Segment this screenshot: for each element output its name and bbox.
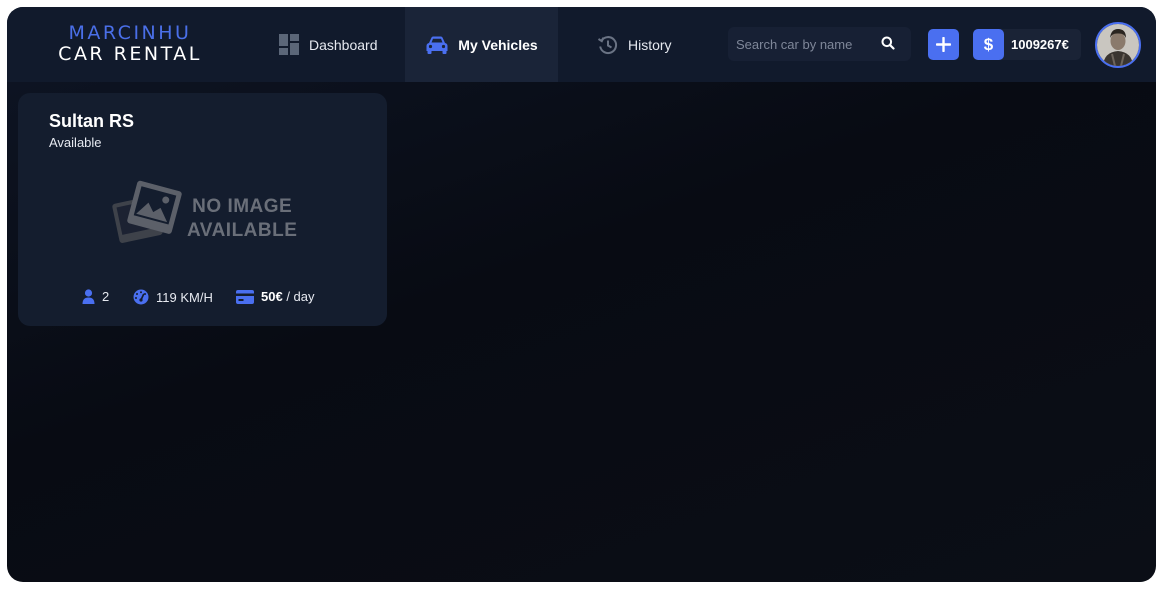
nav-history[interactable]: History xyxy=(597,7,672,82)
search-box xyxy=(728,27,911,61)
top-speed-value: 119 KM/H xyxy=(156,289,213,305)
no-image-icon xyxy=(112,180,182,243)
stat-seats: 2 xyxy=(82,289,109,304)
user-photo-icon xyxy=(1097,24,1139,66)
stat-speed: 119 KM/H xyxy=(133,289,213,305)
vehicle-card[interactable]: Sultan RS Available NO IMAGE AVAILABLE 2… xyxy=(18,93,387,326)
nav-my-vehicles[interactable]: My Vehicles xyxy=(405,7,558,82)
nav-dashboard-label: Dashboard xyxy=(309,36,378,53)
brand-tagline: CAR RENTAL xyxy=(58,43,202,65)
plus-icon xyxy=(936,37,951,52)
person-icon xyxy=(82,289,95,304)
balance-amount: 1009267€ xyxy=(1011,37,1069,52)
seats-value: 2 xyxy=(102,289,110,304)
nav-history-label: History xyxy=(628,36,672,53)
price-value: 50€ xyxy=(261,289,283,304)
brand-logo[interactable]: MARCINHU CAR RENTAL xyxy=(41,23,219,65)
speedometer-icon xyxy=(133,289,149,305)
vehicle-stats: 2 119 KM/H 50€ / day xyxy=(18,289,387,309)
balance-display: $ 1009267€ xyxy=(973,29,1081,60)
credit-card-icon xyxy=(236,289,254,304)
vehicle-name: Sultan RS xyxy=(49,111,135,131)
no-image-placeholder: NO IMAGE AVAILABLE xyxy=(109,177,299,252)
user-avatar[interactable] xyxy=(1095,22,1141,68)
add-vehicle-button[interactable] xyxy=(928,29,959,60)
brand-name: MARCINHU xyxy=(68,22,192,44)
search-input[interactable] xyxy=(728,36,873,52)
stat-price: 50€ / day xyxy=(236,289,315,304)
no-image-label: NO IMAGE AVAILABLE xyxy=(187,196,298,241)
car-icon xyxy=(425,35,449,55)
dollar-icon: $ xyxy=(973,29,1004,60)
dashboard-icon xyxy=(279,34,300,55)
history-icon xyxy=(597,34,619,56)
price-unit: / day xyxy=(282,289,315,304)
nav-dashboard[interactable]: Dashboard xyxy=(279,7,378,82)
search-icon[interactable] xyxy=(881,36,895,55)
vehicle-status: Available xyxy=(49,135,102,150)
top-navbar: MARCINHU CAR RENTAL Dashboard My Vehicle… xyxy=(7,7,1156,82)
nav-my-vehicles-label: My Vehicles xyxy=(458,36,538,53)
app-window: MARCINHU CAR RENTAL Dashboard My Vehicle… xyxy=(7,7,1156,582)
